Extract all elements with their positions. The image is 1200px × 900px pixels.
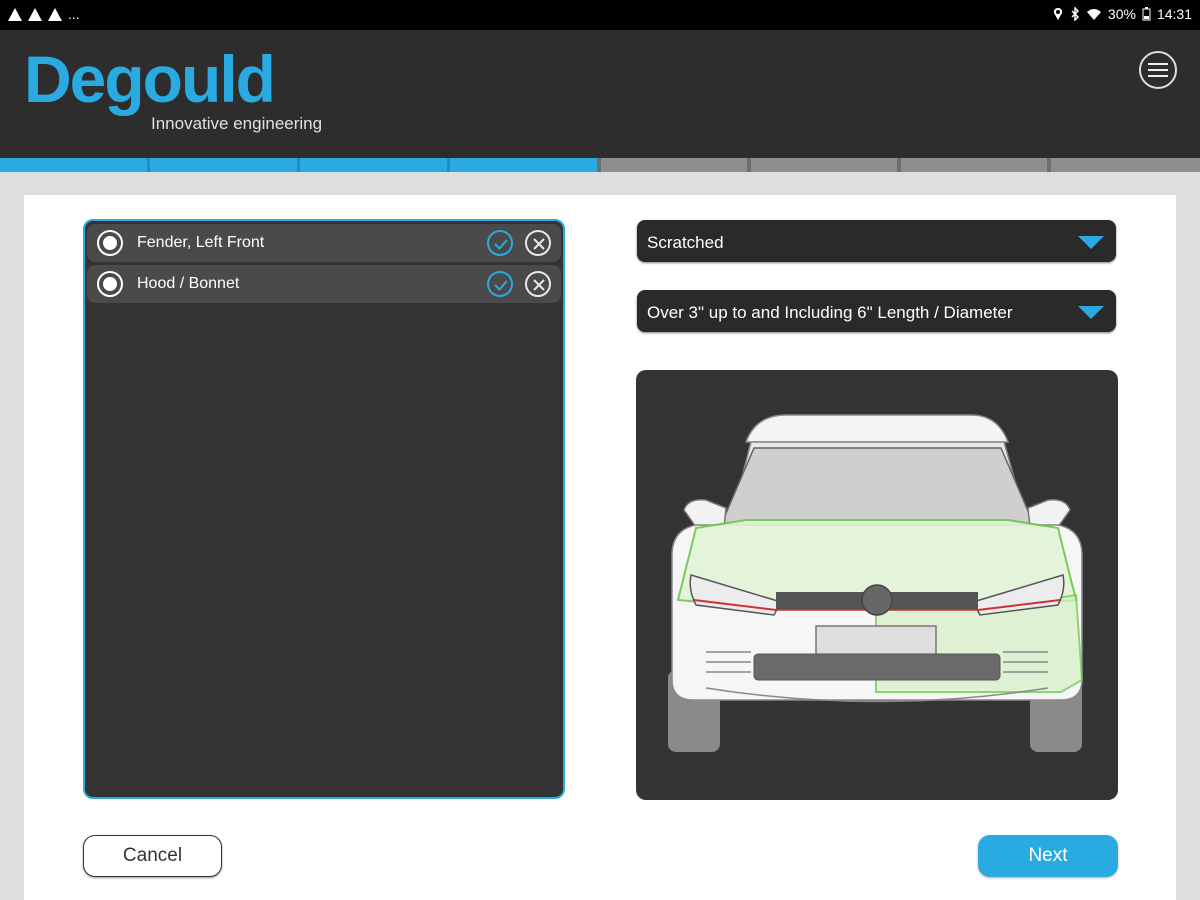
bluetooth-icon xyxy=(1071,7,1079,21)
check-icon[interactable] xyxy=(487,230,513,256)
radio-selected-icon[interactable] xyxy=(97,271,123,297)
radio-selected-icon[interactable] xyxy=(97,230,123,256)
chevron-down-icon xyxy=(1078,306,1104,319)
location-icon xyxy=(1053,8,1063,20)
wifi-icon xyxy=(1086,9,1101,20)
progress-step xyxy=(750,158,901,172)
vehicle-diagram-panel xyxy=(636,370,1118,800)
car-front-diagram[interactable] xyxy=(636,370,1118,800)
progress-step xyxy=(450,158,601,172)
progress-step xyxy=(600,158,751,172)
damage-size-value: Over 3" up to and Including 6" Length / … xyxy=(647,303,1013,322)
brand-tagline: Innovative engineering xyxy=(151,114,323,133)
status-right: 30% 14:31 xyxy=(1052,6,1192,22)
battery-percent: 30% xyxy=(1107,6,1136,22)
status-bar: ... 30% 14:31 xyxy=(0,0,1200,30)
close-icon[interactable] xyxy=(525,271,551,297)
progress-step xyxy=(300,158,451,172)
next-button[interactable]: Next xyxy=(978,835,1118,877)
more-indicator: ... xyxy=(68,6,80,22)
wizard-progress xyxy=(0,158,1200,172)
hamburger-menu-icon[interactable] xyxy=(1139,51,1177,89)
damage-list-panel: Fender, Left Front Hood / Bonnet xyxy=(83,219,565,799)
cancel-button[interactable]: Cancel xyxy=(83,835,222,877)
damage-type-value: Scratched xyxy=(647,233,724,252)
progress-step xyxy=(1050,158,1200,172)
warning-icon xyxy=(48,7,62,21)
list-item-label: Fender, Left Front xyxy=(137,234,265,251)
brand-logo: Degould xyxy=(24,42,276,116)
list-item-label: Hood / Bonnet xyxy=(137,275,240,292)
warning-icon xyxy=(8,7,22,21)
damage-size-dropdown[interactable]: Over 3" up to and Including 6" Length / … xyxy=(637,290,1116,332)
battery-icon xyxy=(1142,7,1151,21)
main-card: Fender, Left Front Hood / Bonnet Scratch… xyxy=(24,195,1176,900)
close-icon[interactable] xyxy=(525,230,551,256)
clock: 14:31 xyxy=(1156,6,1192,22)
progress-step xyxy=(0,158,151,172)
list-item[interactable]: Fender, Left Front xyxy=(87,224,561,262)
warning-icon xyxy=(28,7,42,21)
status-left: ... xyxy=(8,6,80,22)
damage-type-dropdown[interactable]: Scratched xyxy=(637,220,1116,262)
progress-step xyxy=(150,158,301,172)
chevron-down-icon xyxy=(1078,236,1104,249)
list-item[interactable]: Hood / Bonnet xyxy=(87,265,561,303)
app-header: Degould Innovative engineering xyxy=(0,30,1200,158)
check-icon[interactable] xyxy=(487,271,513,297)
progress-step xyxy=(900,158,1051,172)
